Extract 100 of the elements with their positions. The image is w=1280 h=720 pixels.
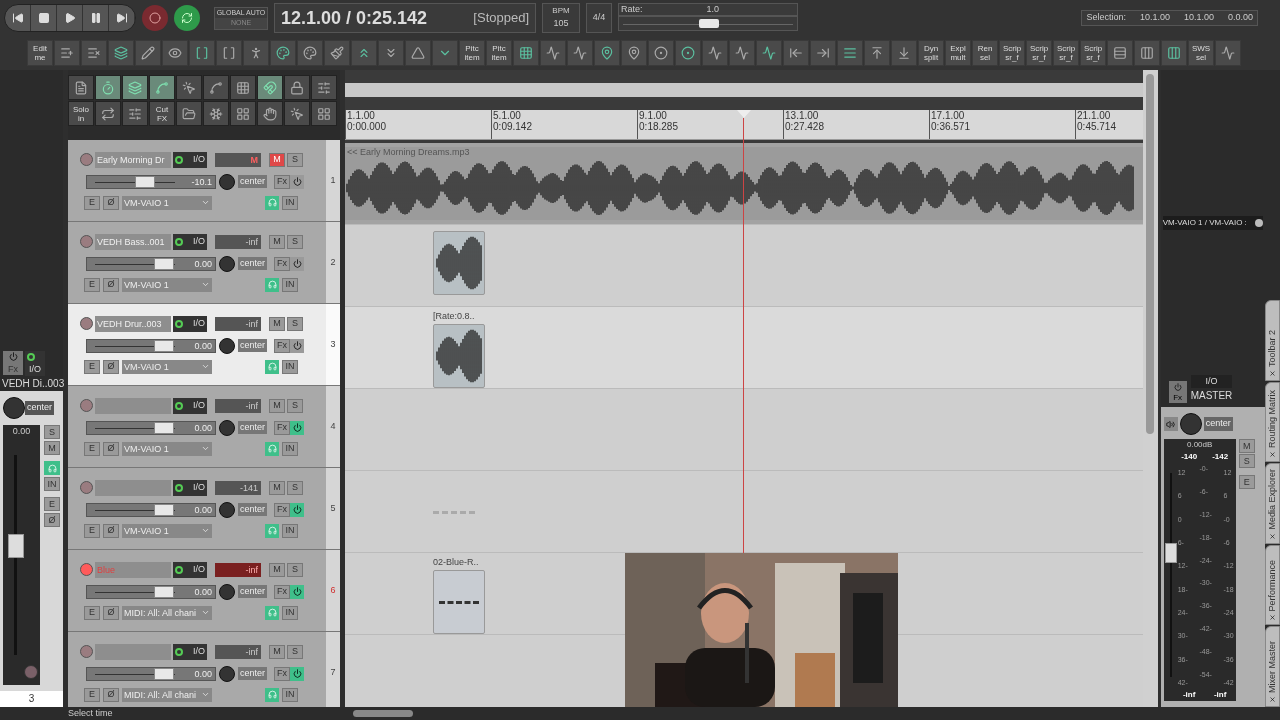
- circle-button[interactable]: [675, 40, 701, 66]
- phase-button[interactable]: Ø: [44, 513, 60, 527]
- playhead-marker-icon[interactable]: [737, 110, 752, 118]
- pointer-button[interactable]: [284, 101, 310, 126]
- fader-track[interactable]: [1164, 473, 1177, 677]
- toolbar-button[interactable]: Ren sel: [972, 40, 998, 66]
- record-arm-button[interactable]: [80, 317, 93, 330]
- envelope-button[interactable]: E: [84, 523, 100, 538]
- solo-button[interactable]: S: [287, 480, 303, 495]
- track-header[interactable]: VEDH Drur..003 I/O -inf M S 0.00 center Fx E Ø VM-VAIO 1 IN: [68, 304, 327, 385]
- toolbar-button[interactable]: Pitc item: [459, 40, 485, 66]
- power-icon[interactable]: [290, 420, 304, 435]
- record-arm-button[interactable]: [80, 481, 93, 494]
- volume-fader[interactable]: 0.00: [86, 666, 216, 681]
- fx-button[interactable]: Fx: [274, 502, 290, 517]
- fader-thumb[interactable]: [1164, 542, 1177, 563]
- dock-tab[interactable]: Performance: [1265, 544, 1280, 626]
- pan-knob[interactable]: [219, 419, 235, 436]
- mute-button[interactable]: M: [269, 398, 285, 413]
- track-header[interactable]: I/O -inf M S 0.00 center Fx E Ø VM-VAIO 1 IN: [68, 386, 327, 467]
- volume-fader[interactable]: 0.00: [86, 584, 216, 599]
- toolbar-button[interactable]: Cut FX: [149, 101, 175, 126]
- grid-button[interactable]: [513, 40, 539, 66]
- envelope-button[interactable]: E: [84, 441, 100, 456]
- layers-button[interactable]: [122, 75, 148, 100]
- track-header[interactable]: VEDH Bass..001 I/O -inf M S 0.00 center Fx E Ø VM-VAIO 1 IN: [68, 222, 327, 303]
- brush-button[interactable]: [324, 40, 350, 66]
- mute-button[interactable]: M: [269, 234, 285, 249]
- audio-item[interactable]: [433, 231, 486, 295]
- envelope-button[interactable]: E: [84, 359, 100, 374]
- fader-thumb[interactable]: [153, 339, 174, 352]
- grid-button[interactable]: [230, 75, 256, 100]
- input-monitor-button[interactable]: IN: [44, 477, 60, 491]
- close-icon[interactable]: [1269, 695, 1276, 703]
- double-up-button[interactable]: [351, 40, 377, 66]
- volume-fader[interactable]: 0.00: [86, 502, 216, 517]
- snowflake-button[interactable]: [203, 101, 229, 126]
- slider-thumb[interactable]: [699, 19, 719, 28]
- add-list-button[interactable]: [54, 40, 80, 66]
- power-icon[interactable]: [290, 174, 304, 189]
- fx-button[interactable]: Fx: [274, 666, 290, 681]
- hand-button[interactable]: [257, 101, 283, 126]
- track-lane[interactable]: [345, 389, 1144, 471]
- wave-button[interactable]: [729, 40, 755, 66]
- track-lane[interactable]: [Rate:0.8..: [345, 307, 1144, 389]
- dock-tab[interactable]: Toolbar 2: [1265, 300, 1280, 381]
- solo-button[interactable]: S: [287, 152, 303, 167]
- palette-button[interactable]: [270, 40, 296, 66]
- columns-button[interactable]: [1161, 40, 1187, 66]
- wave-button[interactable]: [540, 40, 566, 66]
- arrow-right-button[interactable]: [810, 40, 836, 66]
- toolbar-button[interactable]: Pitc item: [486, 40, 512, 66]
- record-arm-button[interactable]: [80, 399, 93, 412]
- pan-knob[interactable]: [3, 397, 25, 419]
- fader-thumb[interactable]: [153, 421, 174, 434]
- fader-thumb[interactable]: [153, 503, 174, 516]
- input-dropdown[interactable]: VM-VAIO 1: [122, 523, 212, 538]
- track-header[interactable]: Early Morning Dr I/O M M S -10.1 center Fx E Ø VM-VAIO 1 IN: [68, 140, 327, 221]
- solo-button[interactable]: S: [1238, 454, 1255, 468]
- track-lane[interactable]: [345, 225, 1144, 307]
- scrollbar-thumb[interactable]: [1146, 74, 1155, 434]
- columns-button[interactable]: [1134, 40, 1160, 66]
- toolbar-button[interactable]: Expl mult: [945, 40, 971, 66]
- layers-button[interactable]: [108, 40, 134, 66]
- toolbar-button[interactable]: Scrip sr_f: [1026, 40, 1052, 66]
- input-dropdown[interactable]: MIDI: All: All chani: [122, 605, 212, 620]
- lock-button[interactable]: [284, 75, 310, 100]
- envelope-button[interactable]: [149, 75, 175, 100]
- mute-button[interactable]: M: [269, 152, 285, 167]
- solo-button[interactable]: S: [44, 425, 60, 439]
- pan-knob[interactable]: [219, 173, 235, 190]
- solo-button[interactable]: S: [287, 562, 303, 577]
- close-icon[interactable]: [1269, 369, 1276, 377]
- fader-thumb[interactable]: [8, 534, 24, 559]
- power-icon[interactable]: [290, 256, 304, 271]
- toolbar-button[interactable]: Dyn split: [918, 40, 944, 66]
- magnet-button[interactable]: [257, 75, 283, 100]
- input-dropdown[interactable]: VM-VAIO 1: [122, 441, 212, 456]
- folder-button[interactable]: [176, 101, 202, 126]
- rate-slider[interactable]: [618, 16, 798, 31]
- record-arm-button[interactable]: [24, 665, 38, 679]
- mute-button[interactable]: M: [269, 480, 285, 495]
- marker-button[interactable]: [594, 40, 620, 66]
- record-arm-button[interactable]: [80, 645, 93, 658]
- fader-thumb[interactable]: [153, 257, 174, 270]
- input-monitor-button[interactable]: IN: [282, 605, 298, 620]
- figure-button[interactable]: [243, 40, 269, 66]
- wave-button[interactable]: [702, 40, 728, 66]
- brackets-button[interactable]: [189, 40, 215, 66]
- mute-button[interactable]: M: [269, 562, 285, 577]
- eye-button[interactable]: [162, 40, 188, 66]
- fader-thumb[interactable]: [153, 585, 174, 598]
- dock-tab[interactable]: Mixer Master: [1265, 626, 1280, 707]
- circle-button[interactable]: [648, 40, 674, 66]
- pan-knob[interactable]: [1179, 413, 1202, 435]
- wave-button[interactable]: [756, 40, 782, 66]
- midi-item[interactable]: [433, 570, 486, 634]
- solo-button[interactable]: S: [287, 398, 303, 413]
- fx-button[interactable]: Fx: [274, 338, 290, 353]
- track-header[interactable]: Blue I/O -inf M S 0.00 center Fx E Ø MIDI: All: All chani IN: [68, 550, 327, 631]
